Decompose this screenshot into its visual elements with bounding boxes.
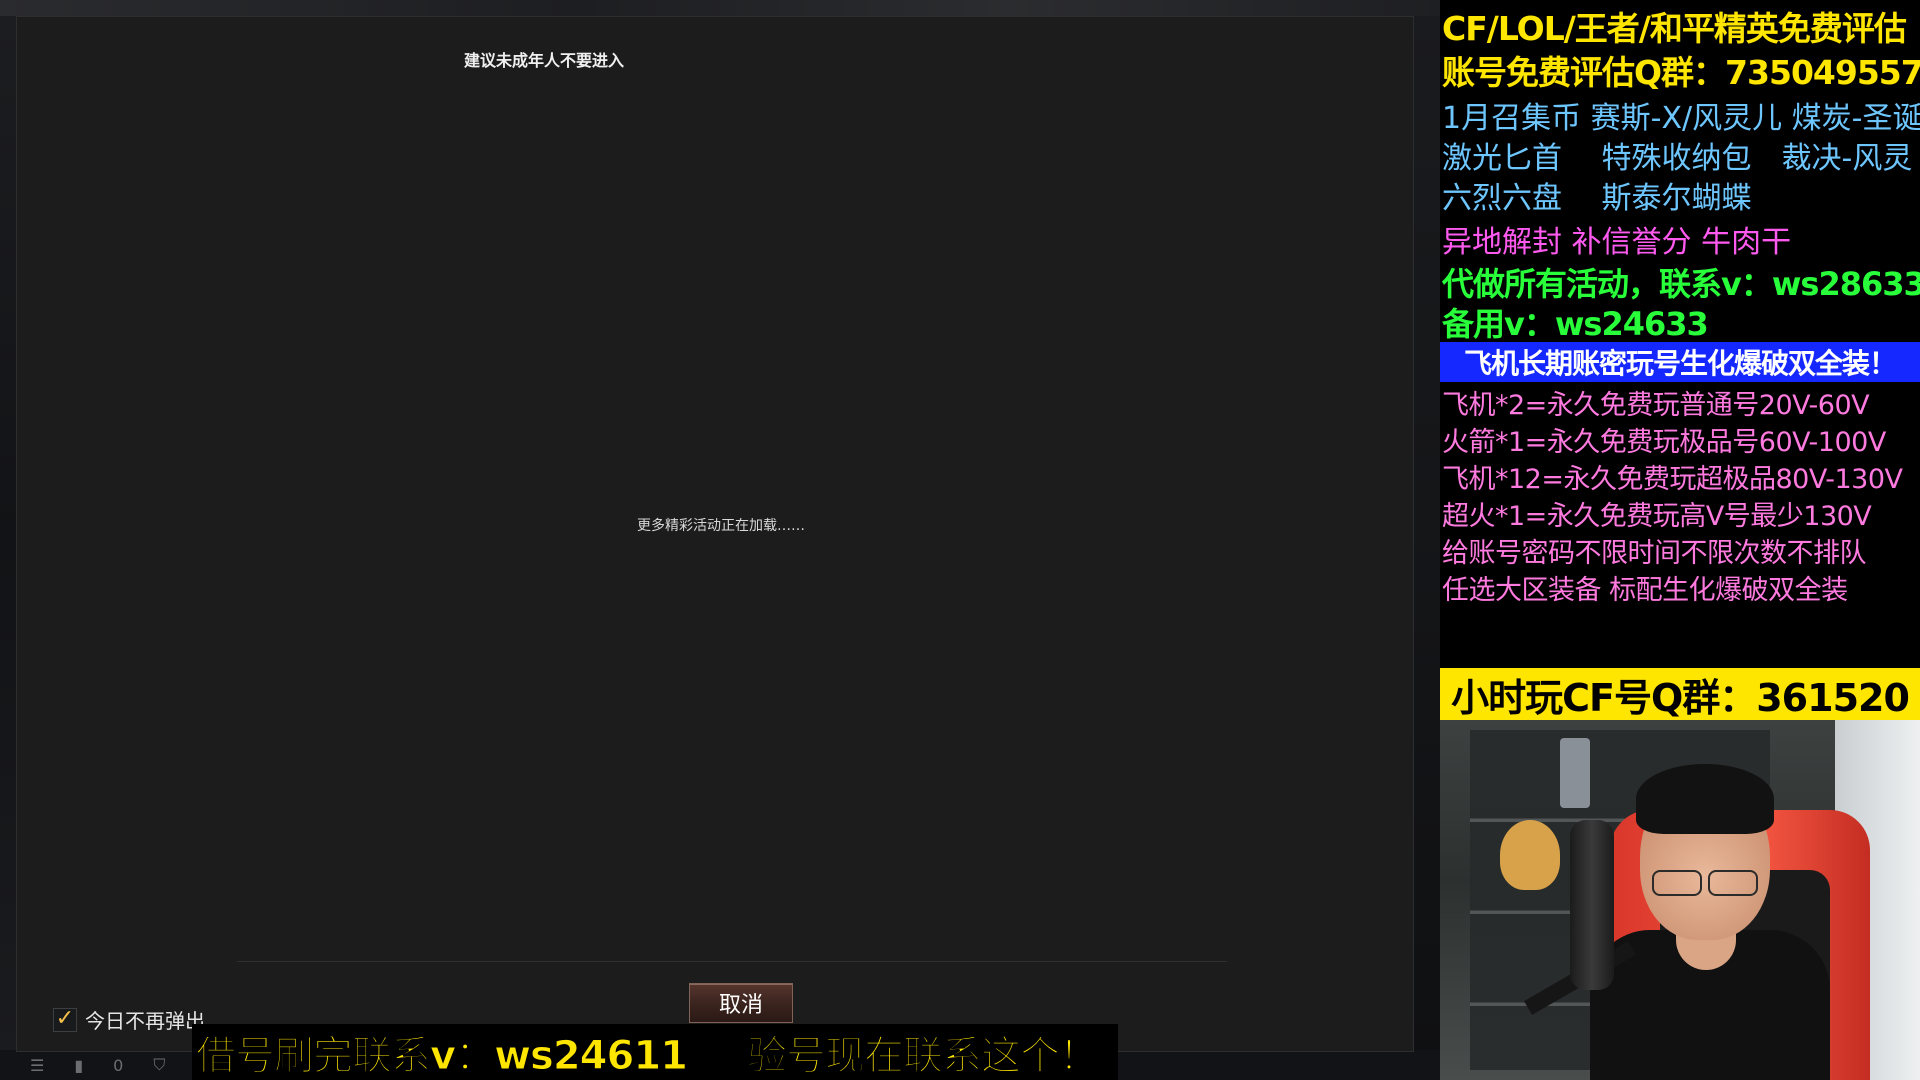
panel-line-items-3: 六烈六盘 斯泰尔蝴蝶 — [1442, 181, 1752, 216]
panel-line-items-2: 激光匕首 特殊收纳包 裁决-风灵 — [1442, 141, 1913, 176]
event-dialog: 建议未成年人不要进入 更多精彩活动正在加载…… ✓ 今日不再弹出 取消 — [16, 16, 1414, 1052]
menu-icon[interactable]: ☰ — [30, 1056, 44, 1075]
panel-offer: 超火*1=永久免费玩高V号最少130V — [1442, 501, 1872, 532]
dont-show-today-label: 今日不再弹出 — [85, 1009, 205, 1033]
game-left-edge — [0, 16, 16, 1056]
panel-offer: 任选大区装备 标配生化爆破双全装 — [1442, 575, 1848, 606]
panel-line-evaluate: CF/LOL/王者/和平精英免费评估 — [1442, 9, 1907, 48]
panel-offer: 火箭*1=永久免费玩极品号60V-100V — [1442, 427, 1886, 458]
bottom-banner-right-text: 验号现在联系这个！ — [747, 1033, 1100, 1080]
panel-highlight-text: 飞机长期账密玩号生化爆破双全装！ — [1463, 347, 1897, 380]
webcam-streamer-glasses — [1652, 870, 1758, 896]
divider — [237, 961, 1227, 962]
panel-line-services: 异地解封 补信誉分 牛肉干 — [1442, 225, 1792, 260]
panel-offer: 飞机*12=永久免费玩超极品80V-130V — [1442, 464, 1903, 495]
webcam-figure — [1560, 738, 1590, 808]
panel-line-backup-contact: 备用v：ws24633 — [1442, 305, 1709, 343]
loading-text: 更多精彩活动正在加载…… — [637, 518, 805, 534]
panel-line-items-1: 1月召集币 赛斯-X/风灵儿 煤炭-圣诞 — [1442, 101, 1920, 136]
bottom-banner-left-text: 借号刷完联系v：ws24611 — [196, 1033, 689, 1080]
panel-line-qq-group: 账号免费评估Q群：735049557 — [1442, 53, 1920, 92]
webcam-microphone — [1570, 820, 1614, 990]
shield-icon[interactable]: ⛉ — [153, 1055, 165, 1075]
dont-show-today-toggle[interactable]: ✓ 今日不再弹出 — [53, 1005, 205, 1034]
panel-offer: 给账号密码不限时间不限次数不排队 — [1442, 538, 1867, 569]
bottom-overlay-banner: 借号刷完联系v：ws24611 验号现在联系这个！ — [192, 1024, 1118, 1080]
game-bottom-count: 0 — [113, 1055, 124, 1075]
stream-info-panel: CF/LOL/王者/和平精英免费评估 账号免费评估Q群：735049557 1月… — [1440, 0, 1920, 720]
webcam-feed — [1440, 720, 1920, 1080]
panel-highlight-banner: 飞机长期账密玩号生化爆破双全装！ — [1440, 342, 1920, 382]
dialog-title: 建议未成年人不要进入 — [463, 51, 624, 70]
screen: ☰ ▮ 0 ⛉ 建议未成年人不要进入 更多精彩活动正在加载…… ✓ 今日不再弹出… — [0, 0, 1920, 1080]
game-top-bar — [0, 0, 1440, 16]
webcam-streamer-hair — [1636, 764, 1774, 834]
panel-offer: 飞机*2=永久免费玩普通号20V-60V — [1442, 390, 1870, 421]
cancel-button[interactable]: 取消 — [689, 983, 793, 1023]
panel-qq-banner: 小时玩CF号Q群：361520 — [1440, 668, 1920, 720]
webcam-figure — [1500, 820, 1560, 890]
dont-show-today-checkbox[interactable]: ✓ — [53, 1007, 77, 1032]
bag-icon[interactable]: ▮ — [74, 1056, 83, 1075]
panel-qq-banner-text: 小时玩CF号Q群：361520 — [1451, 675, 1910, 720]
